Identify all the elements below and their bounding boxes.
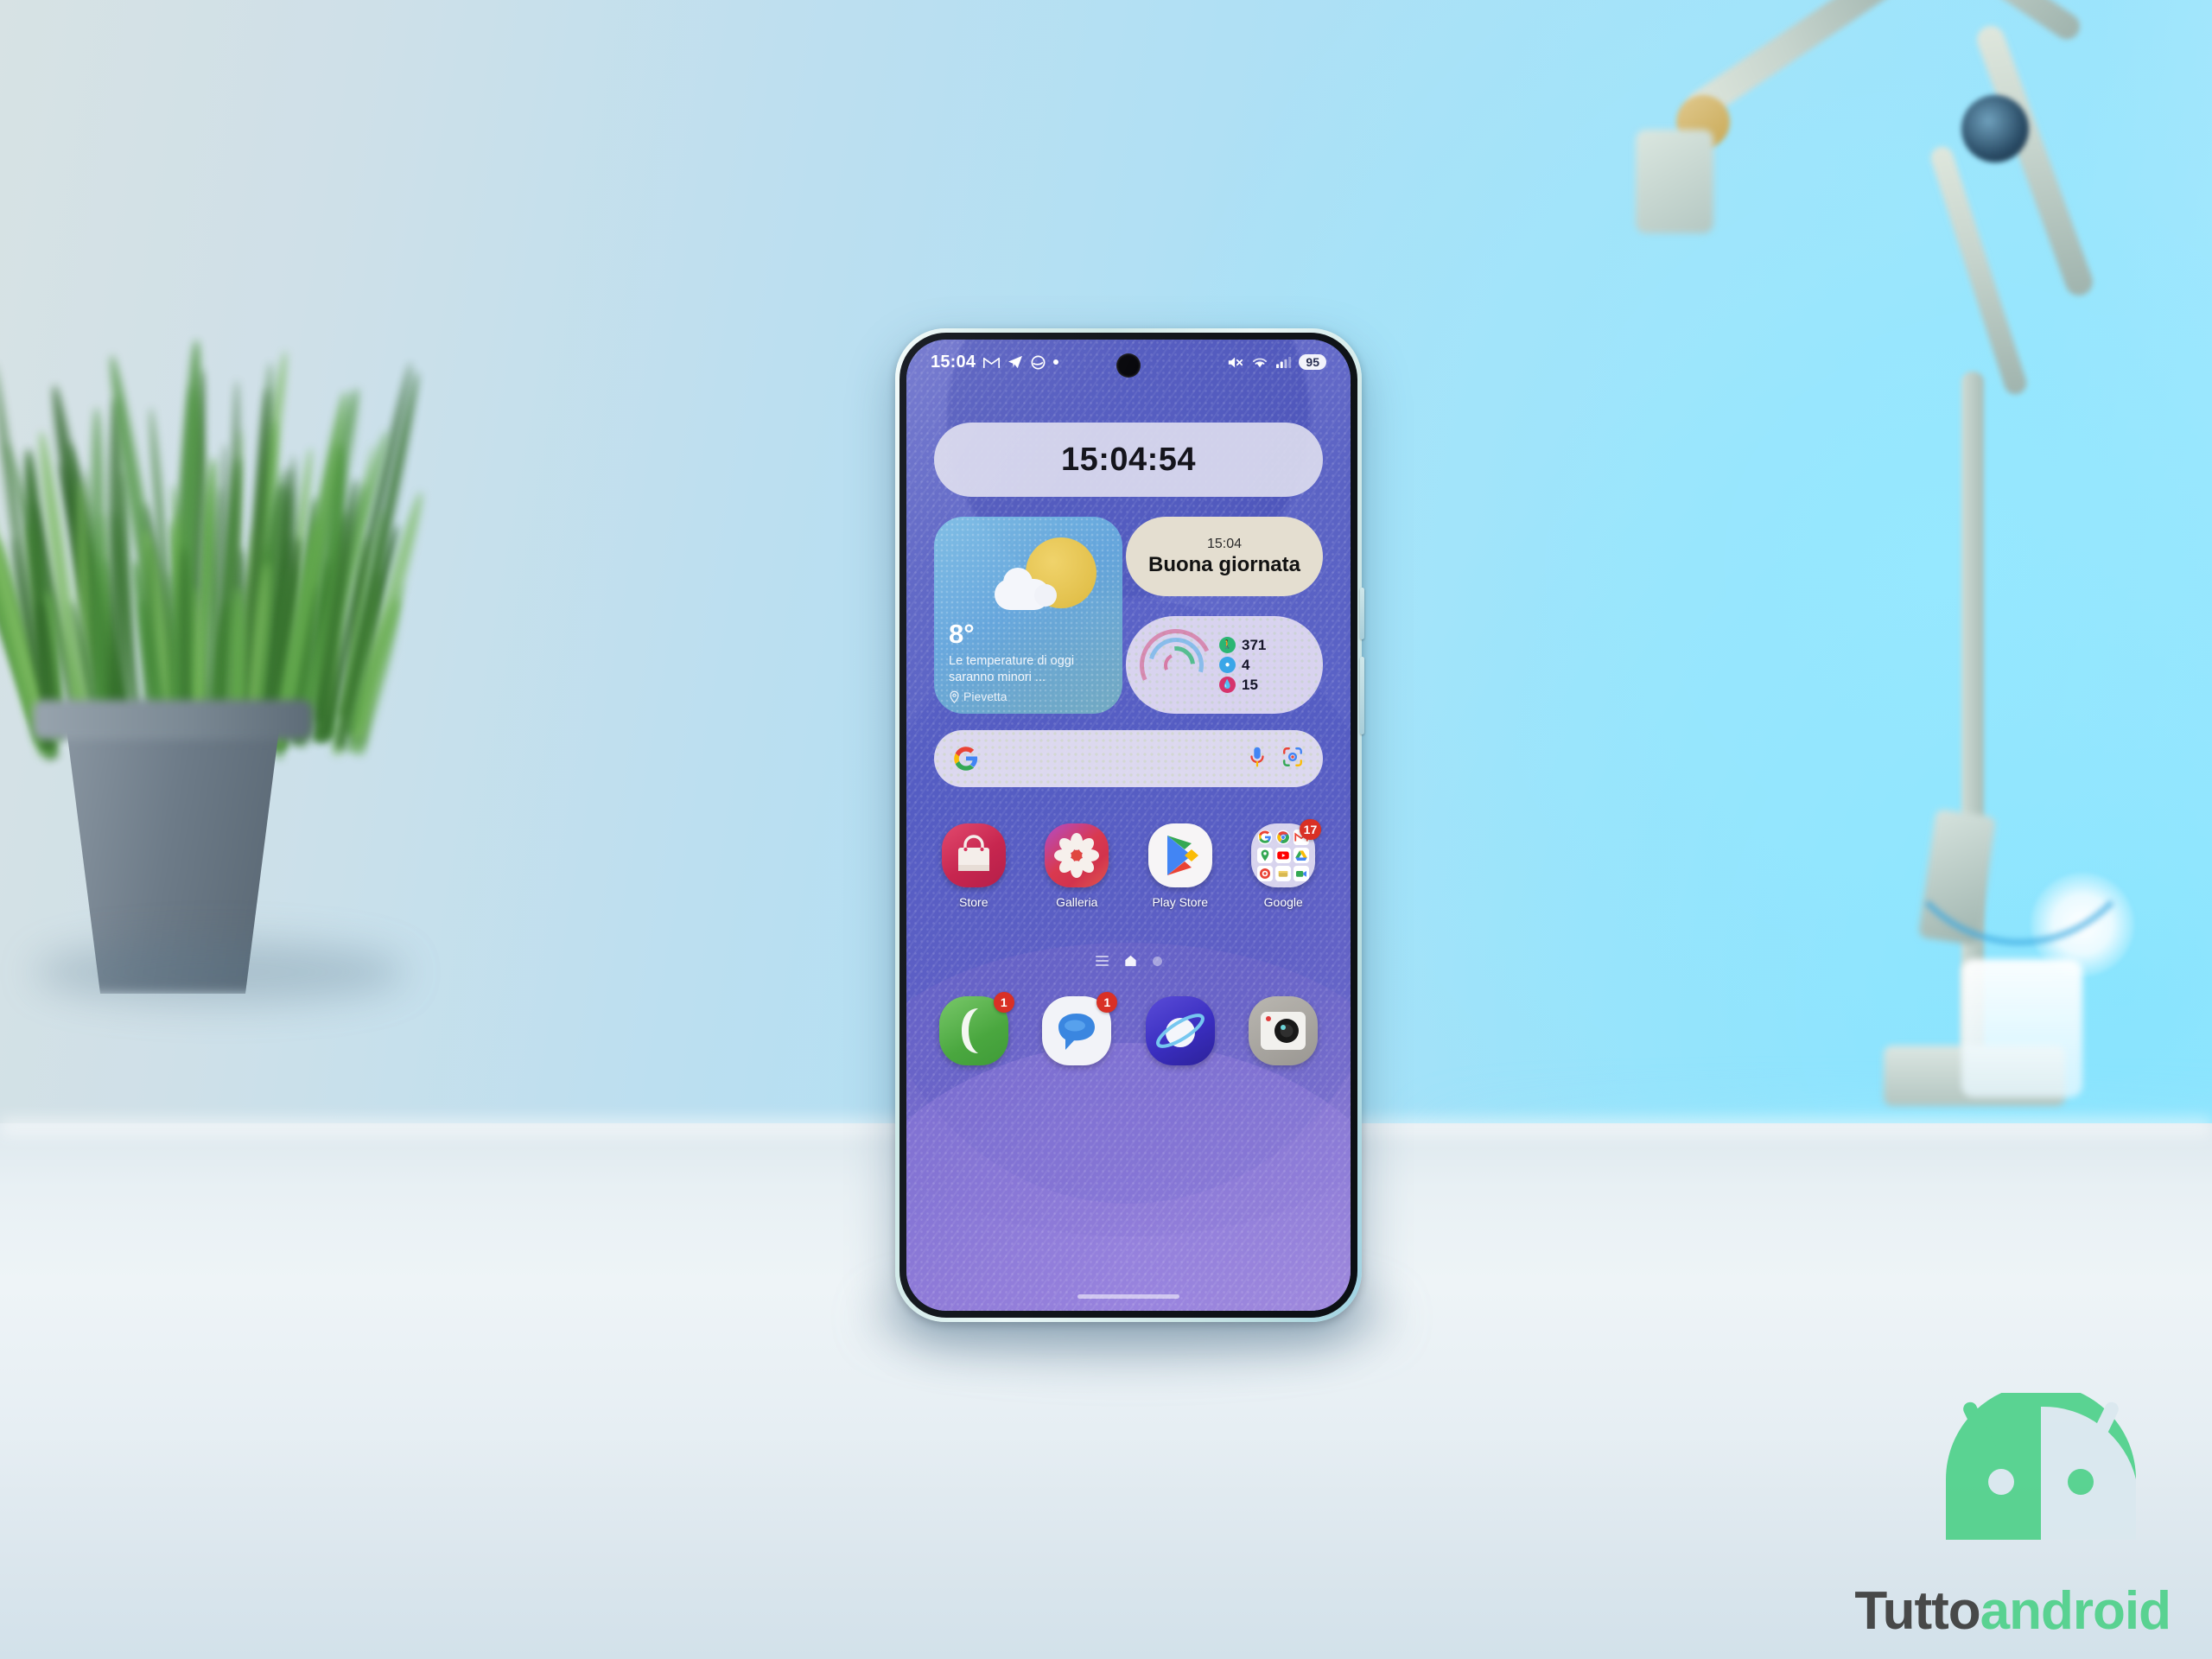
lamp-shade	[1636, 130, 1713, 233]
gesture-bar[interactable]	[1077, 1294, 1179, 1299]
app-label: Play Store	[1152, 895, 1208, 909]
activity-rings	[1136, 626, 1216, 705]
front-camera	[1116, 353, 1141, 378]
health-value: 371	[1242, 637, 1266, 654]
app-google-folder[interactable]: 17 Google	[1238, 823, 1328, 909]
app-label: Store	[959, 895, 988, 909]
dock-phone[interactable]: 1	[929, 996, 1019, 1065]
app-label: Galleria	[1056, 895, 1097, 909]
volume-button[interactable]	[1360, 588, 1364, 639]
health-widget[interactable]: 🚶 371 ● 4 💧 15	[1126, 616, 1323, 714]
weather-location-label: Pievetta	[963, 690, 1007, 703]
edge-icon	[1031, 355, 1046, 370]
mini-meet-icon	[1294, 866, 1309, 881]
watermark-text: Tuttoandroid	[1799, 1585, 2171, 1638]
telegram-icon	[1007, 355, 1023, 369]
plant-pot-rim	[33, 700, 313, 740]
mini-keep-icon	[1275, 866, 1291, 881]
app-galleria[interactable]: Galleria	[1032, 823, 1122, 909]
greeting-time: 15:04	[1207, 537, 1242, 552]
dock-badge: 1	[1096, 992, 1117, 1013]
weather-location: Pievetta	[949, 690, 1007, 703]
lamp-light-panel	[1961, 959, 2082, 1097]
clock-widget[interactable]: 15:04:54	[934, 423, 1323, 497]
power-button[interactable]	[1360, 657, 1364, 734]
play-store-icon[interactable]	[1148, 823, 1212, 887]
weather-description: Le temperature di oggi saranno minori ..…	[949, 653, 1114, 686]
folder-badge: 17	[1300, 819, 1322, 840]
home-icon[interactable]	[1124, 955, 1137, 967]
app-store[interactable]: Store	[929, 823, 1019, 909]
google-search-bar[interactable]	[934, 730, 1323, 787]
status-bar-right: 95	[1227, 354, 1326, 370]
app-label: Google	[1264, 895, 1303, 909]
android-head-icon	[1911, 1393, 2171, 1566]
activity-icon: 💧	[1219, 677, 1236, 693]
health-row: ● 4	[1219, 657, 1266, 674]
watermark-text-part1: Tutto	[1854, 1581, 1980, 1641]
mini-maps-icon	[1257, 848, 1273, 863]
watermark: Tuttoandroid	[1799, 1393, 2171, 1643]
health-stats: 🚶 371 ● 4 💧 15	[1219, 637, 1266, 694]
cloud-icon	[995, 579, 1050, 610]
app-list-icon[interactable]	[1096, 956, 1109, 966]
dock: 1 1	[922, 996, 1335, 1065]
google-g-icon	[953, 746, 979, 772]
phone-icon[interactable]: 1	[939, 996, 1008, 1065]
signal-icon	[1275, 355, 1292, 369]
greeting-message: Buona giornata	[1148, 554, 1300, 576]
location-pin-icon	[949, 690, 960, 703]
lamp-joint-top	[1961, 95, 2029, 162]
smartphone: 15:04 95 15:04:54 8° Le temperature di o…	[895, 328, 1362, 1322]
wifi-icon	[1251, 355, 1268, 369]
water-icon: ●	[1219, 657, 1236, 673]
status-bar-left: 15:04	[931, 353, 1058, 372]
google-lens-icon[interactable]	[1281, 746, 1304, 772]
mini-drive-icon	[1294, 848, 1309, 863]
clock-widget-time: 15:04:54	[1061, 442, 1196, 479]
dock-badge: 1	[994, 992, 1014, 1013]
health-row: 💧 15	[1219, 677, 1266, 694]
dock-internet[interactable]	[1135, 996, 1225, 1065]
dock-camera[interactable]	[1238, 996, 1328, 1065]
plant-shadow	[35, 942, 406, 1002]
microphone-icon[interactable]	[1247, 746, 1268, 772]
potted-plant	[0, 259, 475, 1037]
samsung-internet-icon[interactable]	[1146, 996, 1215, 1065]
messages-icon[interactable]: 1	[1042, 996, 1111, 1065]
page-indicator[interactable]	[906, 955, 1351, 967]
battery-indicator: 95	[1299, 354, 1326, 370]
phone-screen[interactable]: 15:04 95 15:04:54 8° Le temperature di o…	[906, 340, 1351, 1311]
mini-youtube-icon	[1275, 848, 1291, 863]
health-value: 4	[1242, 657, 1249, 674]
photo-scene: 15:04 95 15:04:54 8° Le temperature di o…	[0, 0, 2212, 1659]
dot-icon	[1053, 359, 1058, 365]
mute-icon	[1227, 355, 1244, 370]
health-value: 15	[1242, 677, 1258, 694]
lamp-cord	[1884, 657, 2155, 945]
app-play-store[interactable]: Play Store	[1135, 823, 1225, 909]
google-folder-icon[interactable]: 17	[1251, 823, 1315, 887]
galaxy-store-icon[interactable]	[942, 823, 1006, 887]
weather-widget[interactable]: 8° Le temperature di oggi saranno minori…	[934, 517, 1122, 714]
mini-google-icon	[1257, 830, 1273, 845]
steps-icon: 🚶	[1219, 637, 1236, 653]
gmail-icon	[983, 356, 1000, 369]
gallery-flower-icon[interactable]	[1045, 823, 1109, 887]
page-dot-icon[interactable]	[1153, 957, 1162, 966]
weather-temperature: 8°	[949, 619, 975, 650]
mini-photos-icon	[1257, 866, 1273, 881]
dock-messages[interactable]: 1	[1032, 996, 1122, 1065]
health-row: 🚶 371	[1219, 637, 1266, 654]
app-grid: Store Galleria Play Store 17 Google	[922, 823, 1335, 909]
greeting-widget[interactable]: 15:04 Buona giornata	[1126, 517, 1323, 596]
watermark-text-part2: android	[1980, 1581, 2171, 1641]
mini-chrome-icon	[1275, 830, 1291, 845]
camera-icon[interactable]	[1249, 996, 1318, 1065]
status-time: 15:04	[931, 353, 976, 372]
